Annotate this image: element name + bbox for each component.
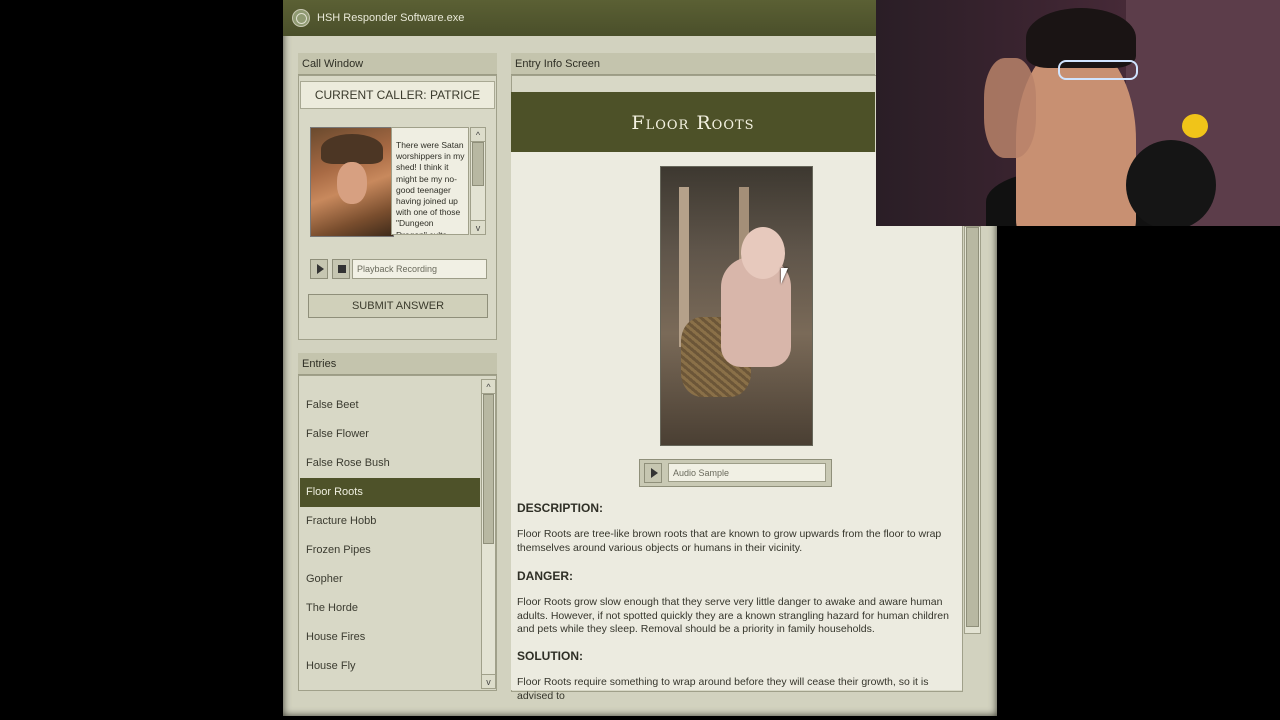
scroll-thumb[interactable] <box>472 142 484 186</box>
caller-transcript: There were Satan worshippers in my shed!… <box>391 127 469 235</box>
list-item[interactable]: House Fly <box>300 652 480 681</box>
description-text: Floor Roots are tree-like brown roots th… <box>517 528 942 554</box>
scroll-down-button[interactable]: v <box>471 220 485 234</box>
scroll-down-button[interactable]: v <box>482 674 495 688</box>
list-item[interactable]: False Flower <box>300 420 480 449</box>
solution-heading: SOLUTION: <box>517 649 583 663</box>
playback-recording-field: Playback Recording <box>352 259 487 279</box>
scroll-thumb[interactable] <box>483 394 494 544</box>
microphone <box>1126 140 1216 226</box>
list-item[interactable]: False Rose Bush <box>300 449 480 478</box>
entries-scrollbar[interactable]: ^ v <box>481 379 496 689</box>
scroll-up-button[interactable]: ^ <box>482 380 495 394</box>
scroll-thumb[interactable] <box>966 227 979 627</box>
caller-photo <box>310 127 394 237</box>
call-window-header: Call Window <box>298 53 497 75</box>
play-audio-button[interactable] <box>644 463 662 483</box>
solution-text: Floor Roots require something to wrap ar… <box>517 676 929 702</box>
list-item[interactable]: Fracture Hobb <box>300 507 480 536</box>
danger-heading: DANGER: <box>517 569 573 583</box>
rubber-duck <box>1182 114 1208 138</box>
entry-image <box>660 166 813 446</box>
entry-title: Floor Roots <box>511 92 875 152</box>
scroll-up-button[interactable]: ^ <box>471 128 485 142</box>
current-caller-label: CURRENT CALLER: PATRICE <box>300 81 495 109</box>
audio-sample-player: Audio Sample <box>639 459 832 487</box>
entries-header: Entries <box>298 353 497 375</box>
window-title: HSH Responder Software.exe <box>317 12 465 24</box>
entry-content: Audio Sample DESCRIPTION: Floor Roots ar… <box>511 152 962 702</box>
entry-info-scrollbar[interactable] <box>964 226 981 634</box>
transcript-scrollbar[interactable]: ^ v <box>470 127 486 235</box>
list-item[interactable]: Frozen Pipes <box>300 536 480 565</box>
list-item-selected[interactable]: Floor Roots <box>300 478 480 507</box>
play-recording-button[interactable] <box>310 259 328 279</box>
list-item[interactable]: False Beet <box>300 391 480 420</box>
list-item[interactable]: Gopher <box>300 565 480 594</box>
webcam-overlay <box>876 0 1280 226</box>
audio-sample-field: Audio Sample <box>668 463 826 482</box>
entry-info-header: Entry Info Screen <box>511 53 875 75</box>
stop-recording-button[interactable] <box>332 259 350 279</box>
submit-answer-button[interactable]: SUBMIT ANSWER <box>308 294 488 318</box>
entries-list: False Beet False Flower False Rose Bush … <box>298 375 497 691</box>
list-item[interactable]: The Horde <box>300 594 480 623</box>
description-heading: DESCRIPTION: <box>517 501 604 515</box>
list-item[interactable]: House Fires <box>300 623 480 652</box>
danger-text: Floor Roots grow slow enough that they s… <box>517 596 949 635</box>
app-logo-icon <box>292 9 310 27</box>
mouse-cursor-icon <box>781 268 788 284</box>
